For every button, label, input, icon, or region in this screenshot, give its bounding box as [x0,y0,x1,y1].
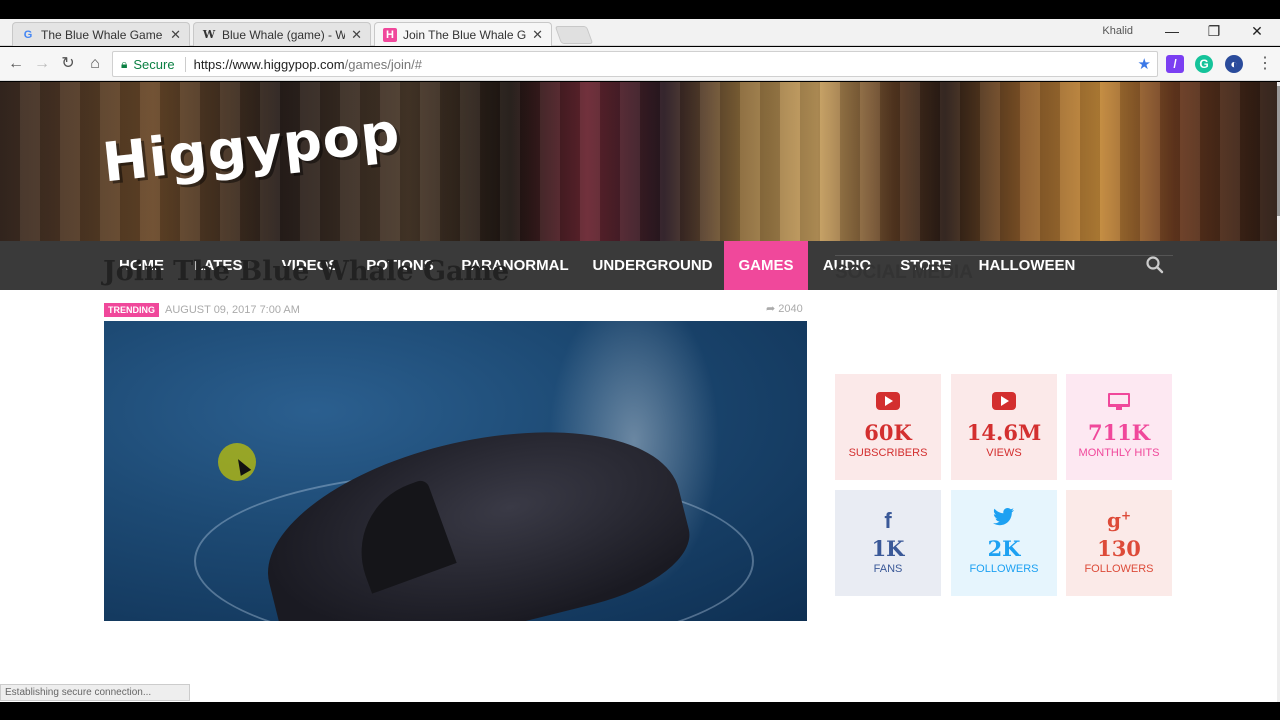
url-path: /games/join/# [344,56,422,72]
stat-label: FOLLOWERS [969,563,1039,575]
stat-value: 130 [1097,536,1141,561]
nav-halloween[interactable]: HALLOWEEN [972,241,1082,290]
nav-underground[interactable]: UNDERGROUND [585,241,720,290]
new-tab-button[interactable] [554,26,594,44]
twitter-icon [993,508,1015,532]
tab-title: Join The Blue Whale Gam [403,27,527,42]
bookmark-star-icon[interactable]: ★ [1138,55,1151,73]
social-monthly-hits[interactable]: 711K MONTHLY HITS [1066,374,1172,480]
googleplus-icon: g+ [1106,508,1132,532]
article-title: Join The Blue Whale Game [103,256,510,287]
stat-value: 14.6M [966,420,1042,445]
stat-value: 2K [987,536,1021,561]
back-icon[interactable]: ← [6,54,26,74]
social-twitter[interactable]: 2K FOLLOWERS [951,490,1057,596]
site-banner: Higgypop [0,82,1277,241]
tab-title: Blue Whale (game) - Wi [222,27,346,42]
minimize-icon[interactable]: — [1162,23,1182,39]
screen-bottom-bar [0,702,1280,720]
screen-top-bar [0,0,1280,19]
youtube-icon [992,392,1016,416]
stat-label: FANS [873,563,903,575]
stat-value: 1K [871,536,905,561]
window-close-icon[interactable]: ✕ [1247,23,1267,40]
address-bar[interactable]: 🔒︎ Secure https://www.higgypop.com/games… [112,51,1158,77]
menu-icon[interactable]: ⋮ [1255,54,1275,74]
sidebar-title: SOCIAL MEDIA [835,262,973,283]
tab-1[interactable]: G The Blue Whale Game - ✕ [12,22,190,46]
sidebar-divider [835,255,1173,256]
stat-label: MONTHLY HITS [1078,447,1160,459]
profile-name[interactable]: Khalid [1102,25,1133,37]
share-count-value: 2040 [778,303,803,315]
stat-value: 711K [1087,420,1151,445]
extension-icon[interactable]: ◐ [1225,55,1243,73]
forward-icon[interactable]: → [32,54,52,74]
close-icon[interactable]: ✕ [351,27,362,43]
close-icon[interactable]: ✕ [532,27,543,43]
youtube-icon [876,392,900,416]
social-youtube-subscribers[interactable]: 60K SUBSCRIBERS [835,374,941,480]
browser-toolbar: ← → ↻ ⌂ 🔒︎ Secure https://www.higgypop.c… [0,47,1280,81]
stat-label: VIEWS [986,447,1022,459]
tab-2[interactable]: W Blue Whale (game) - Wi ✕ [193,22,371,46]
wikipedia-icon: W [202,28,216,41]
stat-label: SUBSCRIBERS [848,447,928,459]
article-date: AUGUST 09, 2017 7:00 AM [165,304,300,316]
secure-label: Secure [133,56,186,72]
stat-value: 60K [864,420,912,445]
social-google-plus[interactable]: g+ 130 FOLLOWERS [1066,490,1172,596]
tab-3-active[interactable]: H Join The Blue Whale Gam ✕ [374,22,552,46]
pen-extension-icon[interactable]: / [1166,55,1184,73]
monitor-icon [1107,392,1131,416]
home-icon[interactable]: ⌂ [85,54,105,74]
lock-icon: 🔒︎ [121,56,128,71]
stat-label: FOLLOWERS [1084,563,1154,575]
nav-games[interactable]: GAMES [724,241,808,290]
article-hero-image [104,321,807,621]
trending-badge[interactable]: TRENDING [104,303,159,317]
search-icon[interactable] [1145,255,1165,275]
higgypop-icon: H [383,27,397,42]
grammarly-icon[interactable]: G [1195,55,1213,73]
status-bar: Establishing secure connection... [0,684,190,701]
share-count[interactable]: ➦ 2040 [766,302,803,315]
url-text[interactable]: https://www.higgypop.com/games/join/# [194,57,422,72]
social-facebook[interactable]: f 1K FANS [835,490,941,596]
url-host: https://www.higgypop.com [193,56,345,72]
social-youtube-views[interactable]: 14.6M VIEWS [951,374,1057,480]
reload-icon[interactable]: ↻ [58,54,78,74]
article-meta: TRENDING AUGUST 09, 2017 7:00 AM [104,302,300,318]
tab-title: The Blue Whale Game - [41,27,165,42]
close-icon[interactable]: ✕ [170,27,181,43]
restore-icon[interactable]: ❐ [1204,23,1224,40]
share-icon: ➦ [766,303,779,315]
google-icon: G [23,28,33,41]
facebook-icon: f [884,508,892,533]
tab-bar: G The Blue Whale Game - ✕ W Blue Whale (… [0,19,1280,46]
